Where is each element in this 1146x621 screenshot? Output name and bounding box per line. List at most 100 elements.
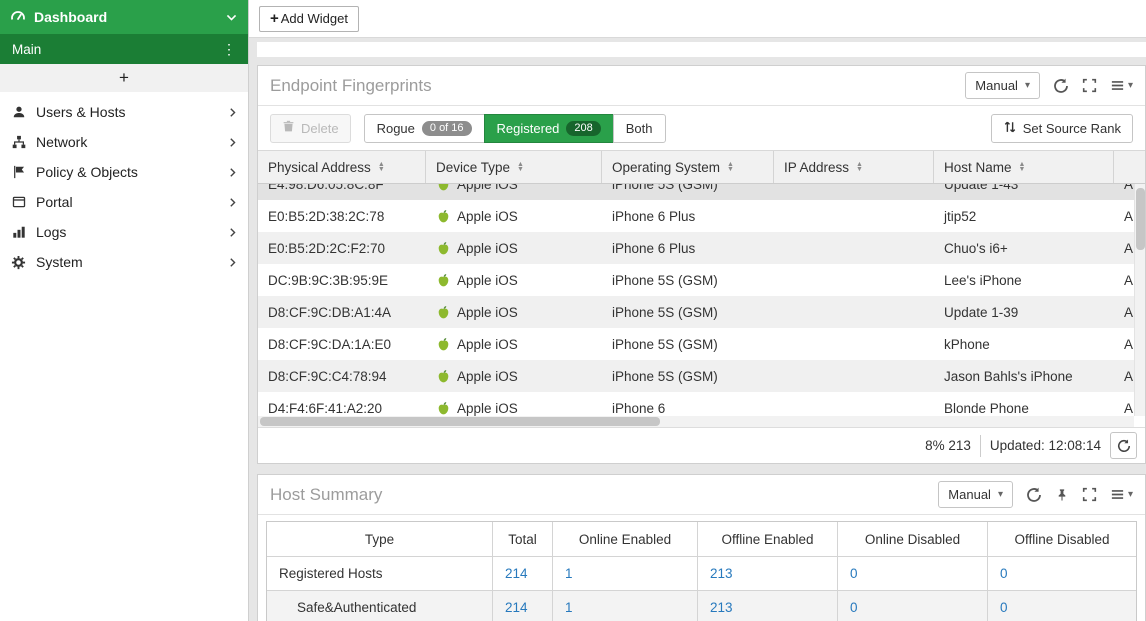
column-header-operating-system[interactable]: Operating System▲▼: [602, 151, 774, 183]
table-row[interactable]: E0:B5:2D:38:2C:78Apple iOSiPhone 6 Plusj…: [258, 200, 1145, 232]
app: Dashboard Main ⋮ + Users & Hosts Network P…: [0, 0, 1146, 621]
tab-both[interactable]: Both: [613, 114, 666, 143]
sidebar-item-label: Network: [36, 134, 87, 150]
sort-icon[interactable]: ▲▼: [1019, 162, 1026, 173]
delete-label: Delete: [301, 121, 339, 136]
column-header-physical-address[interactable]: Physical Address▲▼: [258, 151, 426, 183]
count-link[interactable]: 0: [1000, 566, 1008, 581]
count-link[interactable]: 0: [1000, 600, 1008, 615]
kebab-menu-icon[interactable]: ⋮: [222, 41, 236, 58]
count-link[interactable]: 1: [565, 600, 573, 615]
table-row[interactable]: D8:CF:9C:C4:78:94Apple iOSiPhone 5S (GSM…: [258, 360, 1145, 392]
cell-ip-address: [774, 184, 934, 200]
table-row[interactable]: D4:F4:6F:41:A2:20Apple iOSiPhone 6Blonde…: [258, 392, 1145, 416]
sidebar-item-system[interactable]: System: [0, 247, 248, 277]
sidebar-item-label: Logs: [36, 224, 66, 240]
cell-physical-address: E4:98:D6:05:8C:8F: [258, 184, 426, 200]
sidebar-item-main[interactable]: Main ⋮: [0, 34, 248, 64]
refresh-icon[interactable]: [1026, 487, 1042, 503]
cell-count: 0: [988, 557, 1136, 590]
table-row[interactable]: D8:CF:9C:DB:A1:4AApple iOSiPhone 5S (GSM…: [258, 296, 1145, 328]
add-dashboard-button[interactable]: +: [0, 64, 248, 92]
cell-operating-system: iPhone 5S (GSM): [602, 328, 774, 360]
cell-ip-address: [774, 264, 934, 296]
sidebar-item-portal[interactable]: Portal: [0, 187, 248, 217]
apple-ios-icon: [436, 241, 451, 256]
count-link[interactable]: 213: [710, 566, 733, 581]
progress-text: 8% 213: [925, 438, 971, 453]
topbar: + Add Widget: [249, 0, 1146, 38]
count-link[interactable]: 213: [710, 600, 733, 615]
sort-icon[interactable]: ▲▼: [378, 162, 385, 173]
panel-title: Endpoint Fingerprints: [270, 76, 432, 96]
vertical-scrollbar-thumb[interactable]: [1136, 188, 1145, 250]
set-source-rank-button[interactable]: Set Source Rank: [991, 114, 1133, 143]
count-link[interactable]: 214: [505, 600, 528, 615]
refresh-icon[interactable]: [1053, 78, 1069, 94]
system-gear-icon: [10, 255, 27, 270]
tab-rogue[interactable]: Rogue0 of 16: [364, 114, 485, 143]
cell-device-type: Apple iOS: [426, 200, 602, 232]
panel-menu-icon[interactable]: ▾: [1110, 78, 1133, 93]
tab-registered[interactable]: Registered208: [484, 114, 614, 143]
host-table-header: TypeTotalOnline EnabledOffline EnabledOn…: [267, 522, 1136, 556]
column-header-host-name[interactable]: Host Name▲▼: [934, 151, 1114, 183]
host-summary-panel: Host Summary Manual ▾: [257, 474, 1146, 621]
table-row[interactable]: E4:98:D6:05:8C:8FApple iOSiPhone 5S (GSM…: [258, 184, 1145, 200]
sort-icon[interactable]: ▲▼: [856, 162, 863, 173]
set-source-rank-label: Set Source Rank: [1023, 121, 1121, 136]
apple-ios-icon: [436, 305, 451, 320]
vertical-scrollbar[interactable]: [1134, 184, 1145, 416]
refresh-button[interactable]: [1110, 432, 1137, 459]
add-widget-button[interactable]: + Add Widget: [259, 6, 359, 32]
cell-physical-address: D4:F4:6F:41:A2:20: [258, 392, 426, 416]
sort-icon[interactable]: ▲▼: [727, 162, 734, 173]
cell-physical-address: D8:CF:9C:DB:A1:4A: [258, 296, 426, 328]
column-header-type: Type: [267, 522, 493, 556]
horizontal-scrollbar-thumb[interactable]: [260, 417, 660, 426]
delete-button[interactable]: Delete: [270, 114, 351, 143]
sidebar-item-users-hosts[interactable]: Users & Hosts: [0, 97, 248, 127]
horizontal-scrollbar[interactable]: [258, 416, 1134, 427]
cell-operating-system: iPhone 6: [602, 392, 774, 416]
tab-label: Rogue: [377, 121, 415, 136]
sort-rank-icon: [1003, 120, 1017, 137]
chevron-right-icon: [227, 257, 238, 268]
fullscreen-icon[interactable]: [1082, 78, 1097, 93]
sidebar-item-logs[interactable]: Logs: [0, 217, 248, 247]
users-icon: [10, 105, 27, 119]
caret-down-icon: ▾: [1128, 489, 1133, 500]
count-link[interactable]: 214: [505, 566, 528, 581]
dashboard-canvas: Endpoint Fingerprints Manual ▾: [249, 38, 1146, 621]
sidebar: Dashboard Main ⋮ + Users & Hosts Network P…: [0, 0, 249, 621]
cell-count: 1: [553, 557, 698, 590]
panel-menu-icon[interactable]: ▾: [1110, 487, 1133, 502]
dashboard-gauge-icon: [10, 8, 26, 27]
chevron-right-icon: [227, 167, 238, 178]
endpoint-table: Physical Address▲▼Device Type▲▼Operating…: [258, 150, 1145, 427]
count-link[interactable]: 0: [850, 600, 858, 615]
tab-label: Both: [626, 121, 653, 136]
table-row[interactable]: DC:9B:9C:3B:95:9EApple iOSiPhone 5S (GSM…: [258, 264, 1145, 296]
sort-icon[interactable]: ▲▼: [517, 162, 524, 173]
sidebar-item-dashboard[interactable]: Dashboard: [0, 0, 248, 34]
caret-down-icon: ▾: [1025, 80, 1030, 91]
refresh-mode-select[interactable]: Manual ▾: [965, 72, 1040, 99]
cell-host-name: Lee's iPhone: [934, 264, 1114, 296]
count-link[interactable]: 1: [565, 566, 573, 581]
column-header-ip-address[interactable]: IP Address▲▼: [774, 151, 934, 183]
sidebar-item-policy-objects[interactable]: Policy & Objects: [0, 157, 248, 187]
column-header-clipped: [1114, 151, 1145, 183]
column-header-device-type[interactable]: Device Type▲▼: [426, 151, 602, 183]
refresh-mode-select[interactable]: Manual ▾: [938, 481, 1013, 508]
cell-operating-system: iPhone 5S (GSM): [602, 264, 774, 296]
pin-icon[interactable]: [1055, 488, 1069, 502]
refresh-mode-value: Manual: [948, 487, 991, 502]
fullscreen-icon[interactable]: [1082, 487, 1097, 502]
logs-icon: [10, 225, 27, 239]
sidebar-item-network[interactable]: Network: [0, 127, 248, 157]
count-link[interactable]: 0: [850, 566, 858, 581]
table-row[interactable]: D8:CF:9C:DA:1A:E0Apple iOSiPhone 5S (GSM…: [258, 328, 1145, 360]
chevron-down-icon: [225, 11, 238, 24]
table-row[interactable]: E0:B5:2D:2C:F2:70Apple iOSiPhone 6 PlusC…: [258, 232, 1145, 264]
